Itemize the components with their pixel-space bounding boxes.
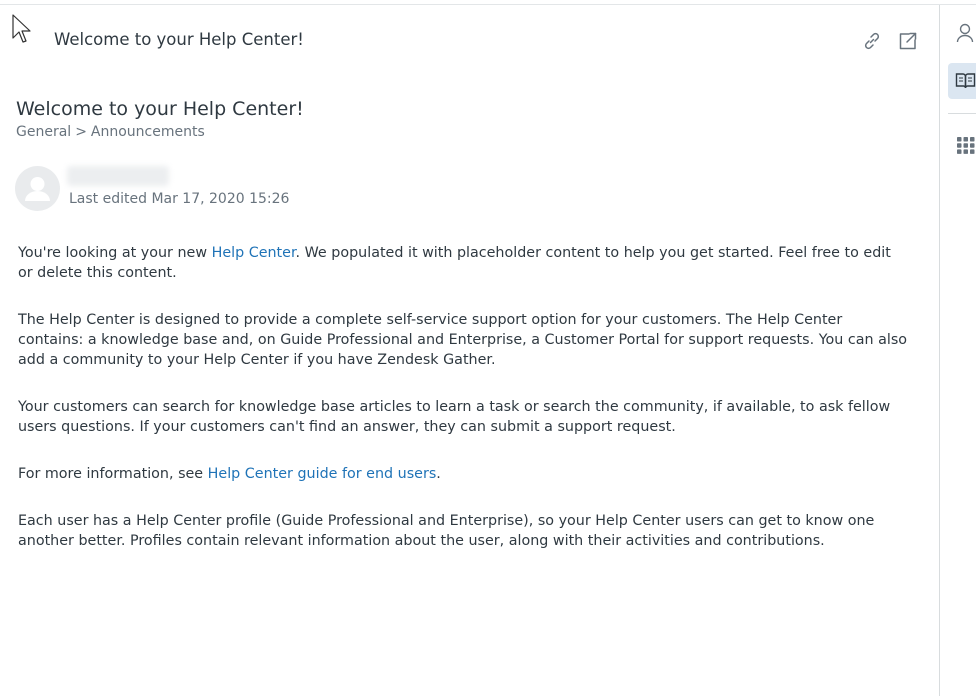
paragraph-more-info: For more information, see Help Center gu… (18, 464, 908, 484)
sidebar-divider (939, 5, 940, 696)
breadcrumb-item-general[interactable]: General (16, 124, 71, 140)
breadcrumb-item-announcements[interactable]: Announcements (91, 124, 205, 140)
avatar (15, 166, 60, 211)
paragraph-overview: The Help Center is designed to provide a… (18, 312, 908, 368)
copy-link-button[interactable] (861, 30, 883, 52)
user-icon[interactable] (955, 22, 975, 48)
knowledge-book-icon[interactable] (955, 71, 976, 95)
breadcrumb: General > Announcements (16, 124, 205, 140)
paragraph-search: Your customers can search for knowledge … (18, 399, 891, 435)
external-link-icon (897, 30, 919, 52)
paragraph-text: For more information, see (18, 466, 208, 482)
apps-grid-icon[interactable] (957, 137, 976, 158)
paragraph-text: You're looking at your new (18, 245, 212, 261)
end-user-guide-link[interactable]: Help Center guide for end users (208, 466, 437, 482)
top-border (0, 4, 976, 5)
paragraph-intro: You're looking at your new Help Center. … (18, 243, 908, 283)
last-edited: Last edited Mar 17, 2020 15:26 (69, 191, 290, 207)
author-name-redacted (67, 166, 169, 186)
sidebar-separator (948, 113, 976, 114)
article-body: You're looking at your new Help Center. … (18, 243, 908, 578)
article-title: Welcome to your Help Center! (16, 98, 304, 120)
breadcrumb-separator: > (75, 124, 87, 140)
paragraph-text: . (436, 466, 441, 482)
mouse-cursor-icon (12, 14, 32, 50)
paragraph-profiles: Each user has a Help Center profile (Gui… (18, 513, 875, 549)
link-icon (861, 30, 883, 52)
open-in-new-window-button[interactable] (897, 30, 919, 52)
header-title: Welcome to your Help Center! (54, 30, 304, 49)
help-center-link[interactable]: Help Center (212, 245, 296, 261)
